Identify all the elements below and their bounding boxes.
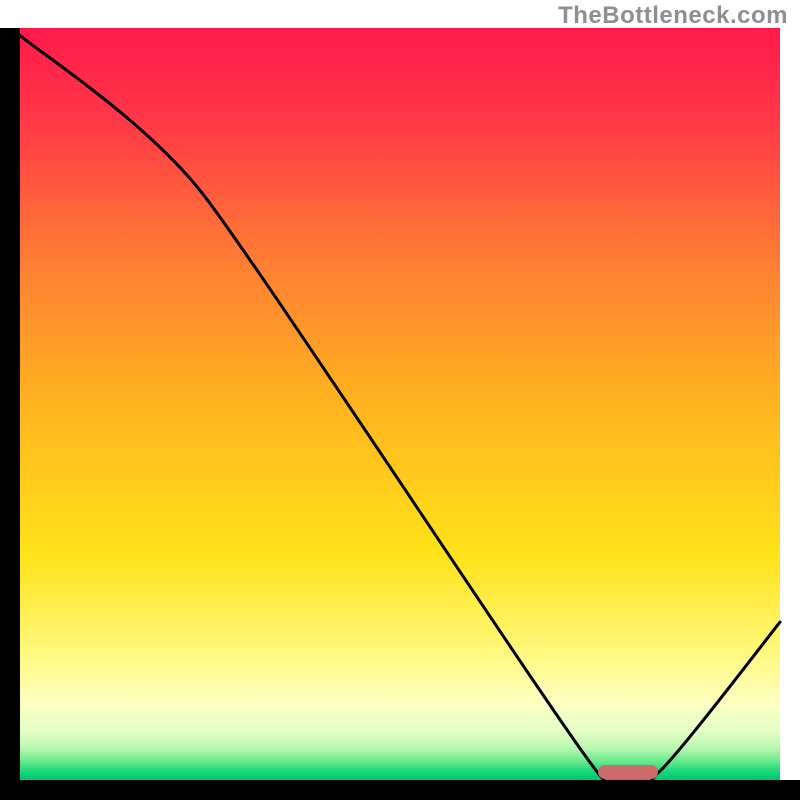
x-axis [0,780,800,800]
y-axis [0,28,20,800]
chart-svg [0,0,800,800]
watermark-label: TheBottleneck.com [558,2,788,30]
plot-background [20,28,780,780]
optimum-marker [598,765,659,779]
chart-container: TheBottleneck.com [0,0,800,800]
